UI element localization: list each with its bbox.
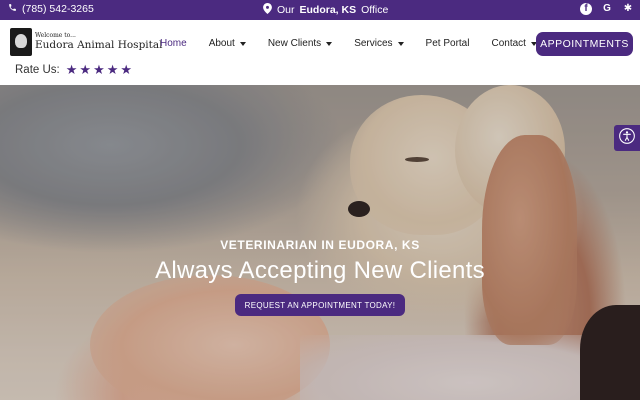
nav-item-label: Home [160,38,187,49]
nav-item-services[interactable]: Services [354,38,404,49]
office-suffix: Office [361,4,389,16]
nav-item-contact[interactable]: Contact [491,38,537,49]
star-icon[interactable]: ★ [93,63,105,76]
hero-title: Always Accepting New Clients [155,257,485,284]
nav-item-label: Services [354,38,393,49]
phone-link[interactable]: (785) 542-3265 [8,3,94,15]
nav-item-label: About [208,38,235,49]
hero-banner: VETERINARIAN IN EUDORA, KS Always Accept… [0,85,640,400]
rating-stars[interactable]: ★ ★ ★ ★ ★ [66,63,132,76]
nav-item-about[interactable]: About [209,38,246,49]
nav-item-label: Contact [491,38,526,49]
map-pin-icon [263,3,272,17]
nav-item-pet-portal[interactable]: Pet Portal [426,38,470,49]
star-icon[interactable]: ★ [120,63,132,76]
accessibility-toggle[interactable] [614,125,640,151]
nav-item-label: Pet Portal [425,38,470,49]
rate-us-label: Rate Us: [15,63,60,76]
main-nav: Home About New Clients Services Pet Port… [160,38,537,49]
social-links: f G ✱ [580,3,634,15]
facebook-icon[interactable]: f [580,3,592,15]
yelp-icon[interactable]: ✱ [622,3,634,15]
top-bar: (785) 542-3265 Our Eudora, KS Office f G… [0,0,640,20]
site-header: Welcome to... Eudora Animal Hospital Rat… [0,20,640,85]
google-icon[interactable]: G [601,3,613,15]
nav-item-new-clients[interactable]: New Clients [267,38,333,49]
caret-down-icon [397,41,404,46]
nav-item-home[interactable]: Home [160,38,187,49]
logo-mark [10,28,32,56]
phone-number: (785) 542-3265 [22,3,94,15]
star-icon[interactable]: ★ [66,63,78,76]
office-city: Eudora, KS [299,4,357,16]
nav-item-label: New Clients [267,38,322,49]
star-icon[interactable]: ★ [107,63,119,76]
logo-name: Eudora Animal Hospital [35,39,163,52]
appointments-button[interactable]: APPOINTMENTS [536,32,633,56]
site-logo[interactable]: Welcome to... Eudora Animal Hospital [10,28,163,56]
office-prefix: Our [277,4,295,16]
office-location[interactable]: Our Eudora, KS Office [263,3,388,17]
caret-down-icon [326,41,333,46]
star-icon[interactable]: ★ [79,63,91,76]
request-appointment-button[interactable]: REQUEST AN APPOINTMENT TODAY! [235,294,405,316]
phone-icon [8,3,17,15]
accessibility-icon [619,127,635,149]
rate-us: Rate Us: ★ ★ ★ ★ ★ [15,63,132,76]
hero-subtitle: VETERINARIAN IN EUDORA, KS [220,238,420,252]
caret-down-icon [239,41,246,46]
logo-text: Welcome to... Eudora Animal Hospital [35,33,163,51]
